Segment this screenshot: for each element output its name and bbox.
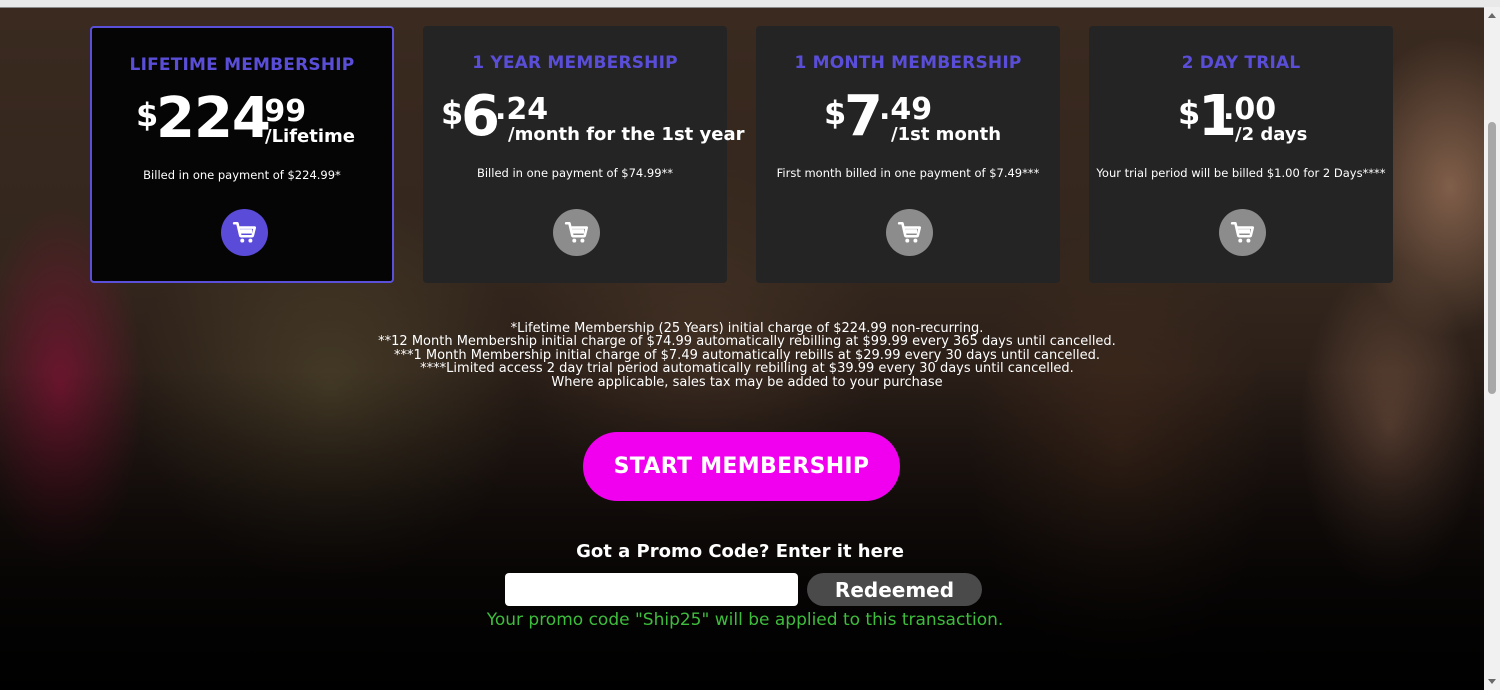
plan-billing-note: Billed in one payment of $74.99** <box>476 166 674 180</box>
cart-icon <box>232 221 256 243</box>
price-decimal: .99 <box>253 94 307 129</box>
pricing-disclaimer: *Lifetime Membership (25 Years) initial … <box>300 322 1194 389</box>
promo-code-input[interactable] <box>505 573 798 606</box>
plan-billing-note: Your trial period will be billed $1.00 f… <box>1096 166 1386 180</box>
price-decimal: .49 <box>879 92 933 127</box>
plan-billing-note: First month billed in one payment of $7.… <box>776 166 1040 180</box>
price-period: /Lifetime <box>265 126 355 147</box>
add-to-cart-button[interactable] <box>553 209 600 256</box>
scroll-up-arrow-icon[interactable] <box>1488 13 1496 18</box>
add-to-cart-button[interactable] <box>1219 209 1266 256</box>
price-currency: $ <box>1178 94 1201 132</box>
scroll-down-arrow-icon[interactable] <box>1488 679 1496 684</box>
cart-icon <box>897 221 921 243</box>
disclaimer-line: *Lifetime Membership (25 Years) initial … <box>510 321 984 336</box>
start-membership-button[interactable]: START MEMBERSHIP <box>583 432 900 501</box>
vertical-scrollbar[interactable] <box>1484 7 1500 690</box>
price-decimal: .24 <box>495 92 549 127</box>
price-currency: $ <box>441 94 464 132</box>
plan-title: 2 DAY TRIAL <box>1181 53 1301 73</box>
price-integer: 6 <box>461 84 500 149</box>
disclaimer-line: ****Limited access 2 day trial period au… <box>420 361 1074 377</box>
add-to-cart-button[interactable] <box>886 209 933 256</box>
plan-title: LIFETIME MEMBERSHIP <box>129 55 355 75</box>
scrollbar-thumb[interactable] <box>1488 122 1496 394</box>
price-decimal: .00 <box>1223 92 1277 127</box>
plan-title: 1 YEAR MEMBERSHIP <box>472 53 678 73</box>
price-currency: $ <box>824 94 847 132</box>
browser-top-edge <box>0 0 1500 8</box>
add-to-cart-button[interactable] <box>221 209 268 256</box>
plan-title: 1 MONTH MEMBERSHIP <box>794 53 1022 73</box>
background-shade <box>0 370 1484 690</box>
disclaimer-line: Where applicable, sales tax may be added… <box>551 374 943 390</box>
price-period: /1st month <box>891 124 1002 145</box>
price-integer: 7 <box>844 84 883 149</box>
price-currency: $ <box>136 96 159 134</box>
disclaimer-line: ***1 Month Membership initial charge of … <box>393 347 1101 363</box>
plan-card-1-year[interactable]: 1 YEAR MEMBERSHIP $ 6 .24 /month for the… <box>423 26 745 283</box>
plan-card-lifetime[interactable]: LIFETIME MEMBERSHIP $ 224 .99 /Lifetime … <box>90 26 394 283</box>
cart-icon <box>564 221 588 243</box>
plan-card-2-day-trial[interactable]: 2 DAY TRIAL $ 1 .00 /2 days Your trial p… <box>1089 26 1393 283</box>
plan-billing-note: Billed in one payment of $224.99* <box>143 168 341 182</box>
plan-card-1-month[interactable]: 1 MONTH MEMBERSHIP $ 7 .49 /1st month Fi… <box>756 26 1060 283</box>
redeem-button[interactable]: Redeemed <box>807 573 982 606</box>
promo-success-message: Your promo code "Ship25" will be applied… <box>486 610 1004 630</box>
disclaimer-line: **12 Month Membership initial charge of … <box>378 334 1116 350</box>
price-period: /month for the 1st year <box>508 124 745 145</box>
promo-code-label: Got a Promo Code? Enter it here <box>576 541 904 562</box>
cart-icon <box>1230 221 1254 243</box>
price-period: /2 days <box>1235 124 1308 145</box>
